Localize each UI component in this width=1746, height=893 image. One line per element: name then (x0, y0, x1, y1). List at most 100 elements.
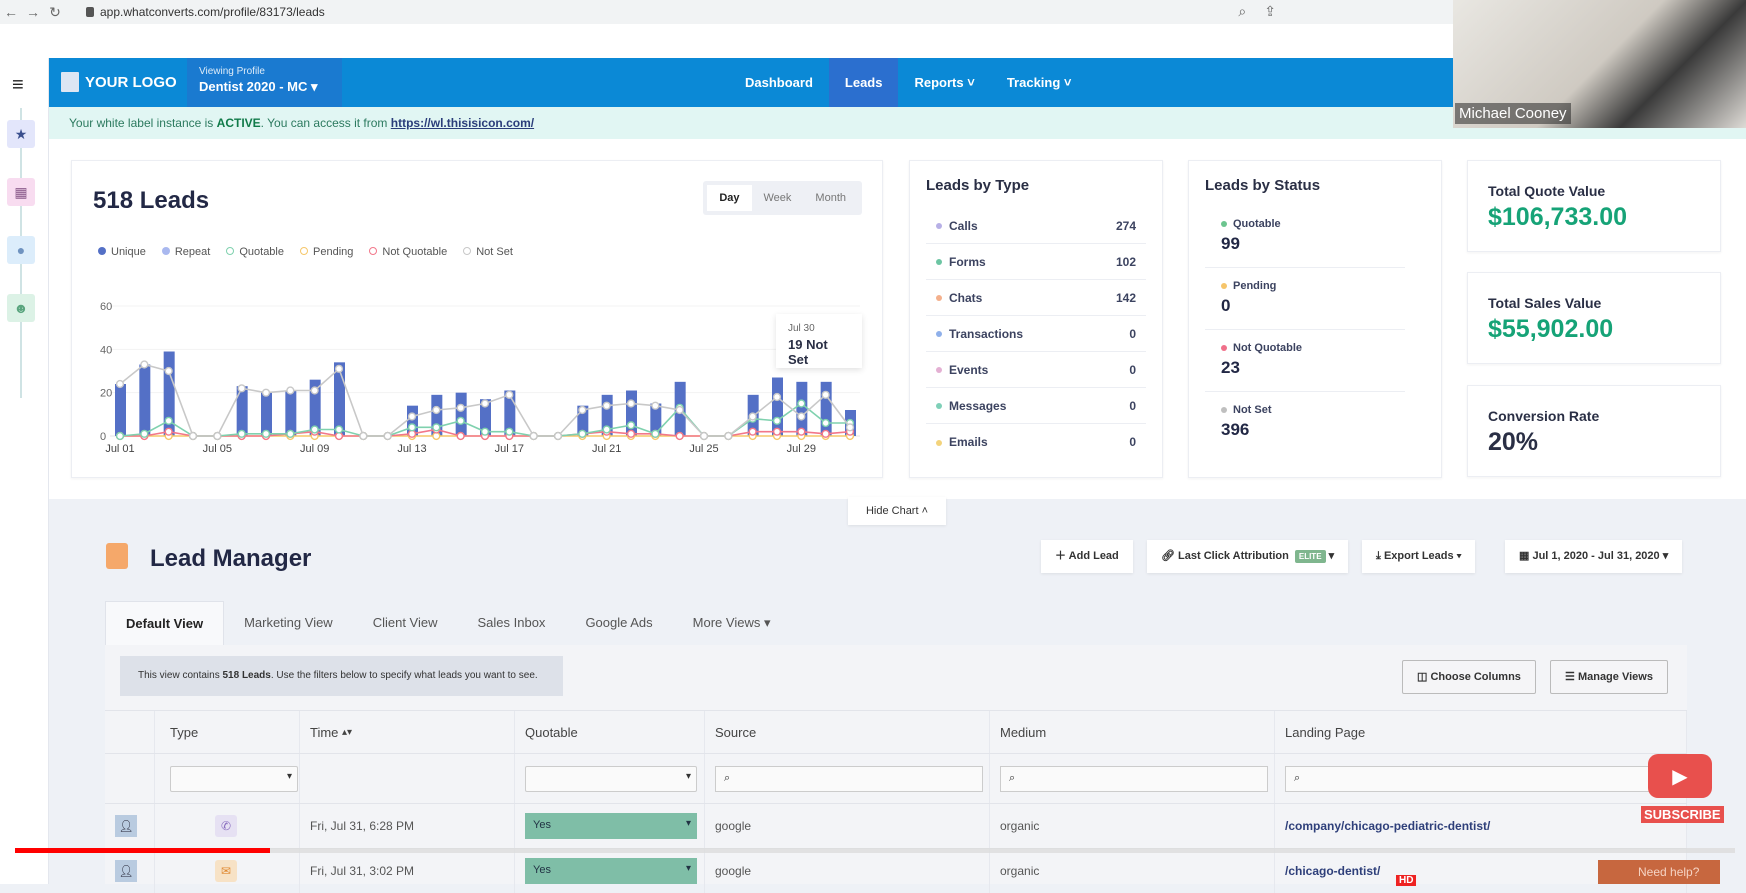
leads-by-status-title: Leads by Status (1205, 177, 1321, 194)
reload-icon[interactable]: ↻ (44, 4, 66, 21)
source-search-input[interactable]: ⌕ (715, 765, 983, 792)
legend-marker-icon (369, 247, 378, 255)
building-icon[interactable]: ▦ (7, 178, 35, 206)
contact-avatar-icon[interactable]: 👤︎ (115, 860, 137, 882)
legend-item[interactable]: Not Set (463, 246, 513, 258)
lead-type-row[interactable]: Calls 274 (926, 208, 1146, 244)
leads-by-type-title: Leads by Type (926, 177, 1030, 194)
table-row[interactable]: 👤︎ ✉ Fri, Jul 31, 3:02 PM Yes google org… (105, 848, 1687, 893)
zoom-icon[interactable]: ⌕ (1238, 3, 1246, 20)
col-quotable[interactable]: Quotable (515, 711, 705, 753)
range-month[interactable]: Month (803, 185, 858, 211)
medium-search-input[interactable]: ⌕ (1000, 765, 1268, 792)
col-type[interactable]: Type (155, 711, 300, 753)
add-lead-button[interactable]: ＋ Add Lead (1041, 540, 1133, 573)
status-count: 99 (1221, 234, 1240, 253)
quotable-select[interactable]: Yes (525, 813, 697, 839)
lead-type-row[interactable]: Chats 142 (926, 280, 1146, 316)
share-icon[interactable]: ⇪ (1264, 3, 1276, 20)
lead-type-row[interactable]: Transactions 0 (926, 316, 1146, 352)
tab-google-ads[interactable]: Google Ads (565, 601, 672, 645)
tab-default-view[interactable]: Default View (105, 601, 225, 645)
point-quotable (602, 425, 611, 434)
lead-status-row[interactable]: Not Set 396 (1205, 392, 1405, 454)
nav-leads[interactable]: Leads (828, 58, 899, 107)
lead-type-row[interactable]: Forms 102 (926, 244, 1146, 280)
landing-page-link[interactable]: /chicago-dentist/ (1285, 864, 1380, 878)
lead-status-row[interactable]: Pending 0 (1205, 268, 1405, 330)
tab-more-views[interactable]: More Views ▾ (673, 601, 791, 645)
lead-type-row[interactable]: Emails 0 (926, 424, 1146, 460)
nav-dashboard[interactable]: Dashboard (729, 58, 829, 107)
leads-chart-card: 518 Leads Day Week Month Unique Repeat Quo… (71, 160, 883, 478)
col-medium[interactable]: Medium (990, 711, 1275, 753)
x-tick-label: Jul 25 (689, 443, 718, 455)
lead-status-row[interactable]: Not Quotable 23 (1205, 330, 1405, 392)
logo-text: YOUR LOGO (85, 73, 177, 91)
legend-item[interactable]: Not Quotable (369, 246, 447, 258)
type-filter-select[interactable] (170, 765, 298, 792)
lead-type-row[interactable]: Messages 0 (926, 388, 1146, 424)
tab-marketing-view[interactable]: Marketing View (224, 601, 353, 645)
landing-page-link[interactable]: /company/chicago-pediatric-dentist/ (1285, 819, 1490, 833)
brand-logo[interactable]: YOUR LOGO (61, 72, 177, 92)
youtube-play-icon[interactable]: ▶ (1648, 754, 1712, 798)
back-icon[interactable]: ← (0, 4, 22, 20)
range-week[interactable]: Week (752, 185, 804, 211)
nav-reports[interactable]: Reports ˅ (898, 58, 990, 107)
legend-item[interactable]: Repeat (161, 246, 210, 258)
chart-tooltip: Jul 30 19 Not Set (776, 314, 862, 368)
team-icon[interactable]: ● (7, 236, 35, 264)
legend-item[interactable]: Quotable (226, 246, 284, 258)
col-time[interactable]: Time ▴▾ (300, 711, 515, 753)
tab-sales-inbox[interactable]: Sales Inbox (458, 601, 566, 645)
type-label: Chats (949, 290, 983, 305)
attribution-dropdown[interactable]: 🔗︎ Last Click Attribution ELITE ▾ (1147, 540, 1349, 573)
video-progress-bar[interactable] (15, 848, 1735, 853)
point-not-quotable (772, 427, 782, 436)
subscribe-button[interactable]: SUBSCRIBE (1641, 806, 1724, 823)
manage-views-button[interactable]: ☰ Manage Views (1550, 660, 1668, 694)
profile-selector[interactable]: Viewing Profile Dentist 2020 - MC ▾ (187, 58, 342, 107)
chevron-down-icon: ˅ (1063, 75, 1072, 90)
forward-icon[interactable]: → (22, 4, 44, 20)
hd-badge: HD (1396, 875, 1417, 886)
total-sales-value-card: Total Sales Value $55,902.00 (1467, 272, 1721, 364)
choose-columns-button[interactable]: ◫ Choose Columns (1402, 660, 1536, 694)
hamburger-menu-icon[interactable]: ≡ (12, 74, 24, 97)
legend-item[interactable]: Pending (300, 246, 353, 258)
range-day[interactable]: Day (707, 185, 752, 211)
quote-value: $106,733.00 (1488, 203, 1628, 231)
sort-icon: ▴▾ (342, 726, 353, 738)
point-not-set (505, 390, 514, 399)
user-icon[interactable]: ☻ (7, 294, 35, 322)
type-count: 0 (1129, 398, 1136, 413)
col-source[interactable]: Source (705, 711, 990, 753)
date-range-picker[interactable]: ▦ Jul 1, 2020 - Jul 31, 2020 ▾ (1505, 540, 1683, 573)
lead-type-row[interactable]: Events 0 (926, 352, 1146, 388)
hide-chart-button[interactable]: Hide Chart ˄ (848, 497, 946, 525)
caret-down-icon: ▾ (1328, 550, 1335, 562)
need-help-button[interactable]: Need help? (1598, 860, 1720, 884)
point-quotable (334, 425, 344, 434)
nav-tracking[interactable]: Tracking ˅ (991, 58, 1088, 107)
shield-star-icon[interactable]: ★ (7, 120, 35, 148)
white-label-link[interactable]: https://wl.thisisicon.com/ (391, 116, 534, 130)
address-bar[interactable]: app.whatconverts.com/profile/83173/leads (86, 5, 325, 19)
download-icon: ⤓ (1376, 550, 1381, 562)
type-label: Transactions (949, 326, 1024, 341)
caret-down-icon: ▾ (311, 79, 318, 94)
x-tick-label: Jul 29 (787, 443, 816, 455)
table-row[interactable]: 👤︎ ✆ Fri, Jul 31, 6:28 PM Yes google org… (105, 803, 1687, 848)
legend-item[interactable]: Unique (98, 246, 146, 258)
landing-page-search-input[interactable]: ⌕ (1285, 765, 1675, 792)
export-leads-dropdown[interactable]: ⤓ Export Leads ▾ (1362, 540, 1476, 573)
quotable-select[interactable]: Yes (525, 858, 697, 884)
quotable-filter-select[interactable] (525, 765, 697, 792)
contact-avatar-icon[interactable]: 👤︎ (115, 815, 137, 837)
lead-status-row[interactable]: Quotable 99 (1205, 206, 1405, 268)
col-landing-page[interactable]: Landing Page (1275, 711, 1687, 753)
point-not-set (845, 423, 855, 432)
status-dot-icon (1221, 283, 1227, 290)
tab-client-view[interactable]: Client View (353, 601, 458, 645)
